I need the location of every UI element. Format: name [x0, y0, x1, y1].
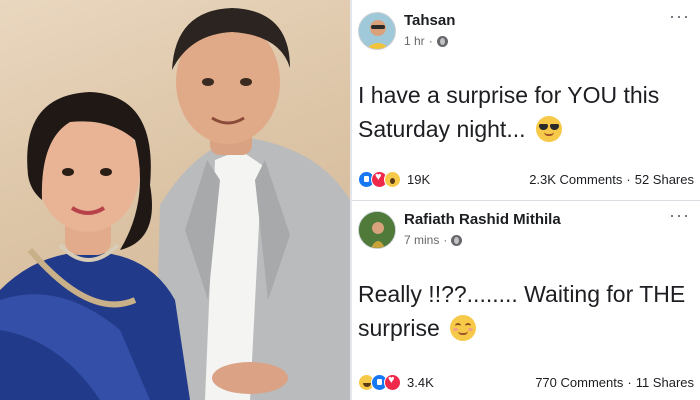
reaction-count[interactable]: 3.4K	[407, 375, 434, 390]
shares-count[interactable]: 52 Shares	[635, 172, 694, 187]
comments-count[interactable]: 770 Comments	[535, 375, 623, 390]
couple-photo	[0, 0, 350, 400]
shares-count[interactable]: 11 Shares	[636, 375, 694, 390]
avatar[interactable]	[358, 12, 396, 50]
globe-icon	[451, 234, 463, 246]
post-message-text: Really !!??........ Waiting for THE surp…	[358, 281, 686, 341]
reaction-count[interactable]: 19K	[407, 172, 430, 187]
engagement-summary: 2.3K Comments · 52 Shares	[529, 172, 694, 187]
stats-separator: ·	[627, 374, 632, 390]
couple-illustration	[0, 8, 350, 400]
post-author-name[interactable]: Rafiath Rashid Mithila	[404, 211, 561, 228]
sunglasses-emoji-icon	[535, 116, 562, 142]
post-timestamp[interactable]: 1 hr	[404, 34, 425, 48]
reaction-icons[interactable]	[358, 170, 401, 188]
post-author-name[interactable]: Tahsan	[404, 12, 455, 29]
love-reaction-icon	[384, 373, 401, 391]
post-message: Really !!??........ Waiting for THE surp…	[358, 277, 690, 345]
wow-reaction-icon	[384, 170, 401, 188]
post-stats: 3.4K 770 Comments · 11 Shares	[358, 371, 694, 393]
meta-separator: ·	[443, 233, 448, 247]
post-stats: 19K 2.3K Comments · 52 Shares	[358, 168, 694, 190]
more-options-icon[interactable]: ···	[669, 205, 690, 226]
post-mithila: Rafiath Rashid Mithila 7 mins · ··· Real…	[352, 200, 700, 400]
post-meta: 7 mins ·	[404, 233, 463, 247]
comments-count[interactable]: 2.3K Comments	[529, 172, 622, 187]
facebook-feed: Tahsan 1 hr · ··· I have a surprise for …	[352, 0, 700, 400]
avatar[interactable]	[358, 211, 396, 249]
smiling-emoji-icon	[450, 315, 477, 341]
avatar-image	[365, 20, 391, 49]
globe-icon	[436, 35, 448, 47]
meta-separator: ·	[428, 34, 433, 48]
post-tahsan: Tahsan 1 hr · ··· I have a surprise for …	[352, 0, 700, 200]
post-message: I have a surprise for YOU this Saturday …	[358, 78, 690, 146]
engagement-summary: 770 Comments · 11 Shares	[535, 375, 694, 390]
post-message-text: I have a surprise for YOU this Saturday …	[358, 82, 660, 142]
post-meta: 1 hr ·	[404, 34, 448, 48]
more-options-icon[interactable]: ···	[669, 6, 690, 27]
avatar-image	[359, 212, 395, 248]
stats-separator: ·	[626, 171, 631, 187]
reaction-icons[interactable]	[358, 373, 401, 391]
post-timestamp[interactable]: 7 mins	[404, 233, 439, 247]
